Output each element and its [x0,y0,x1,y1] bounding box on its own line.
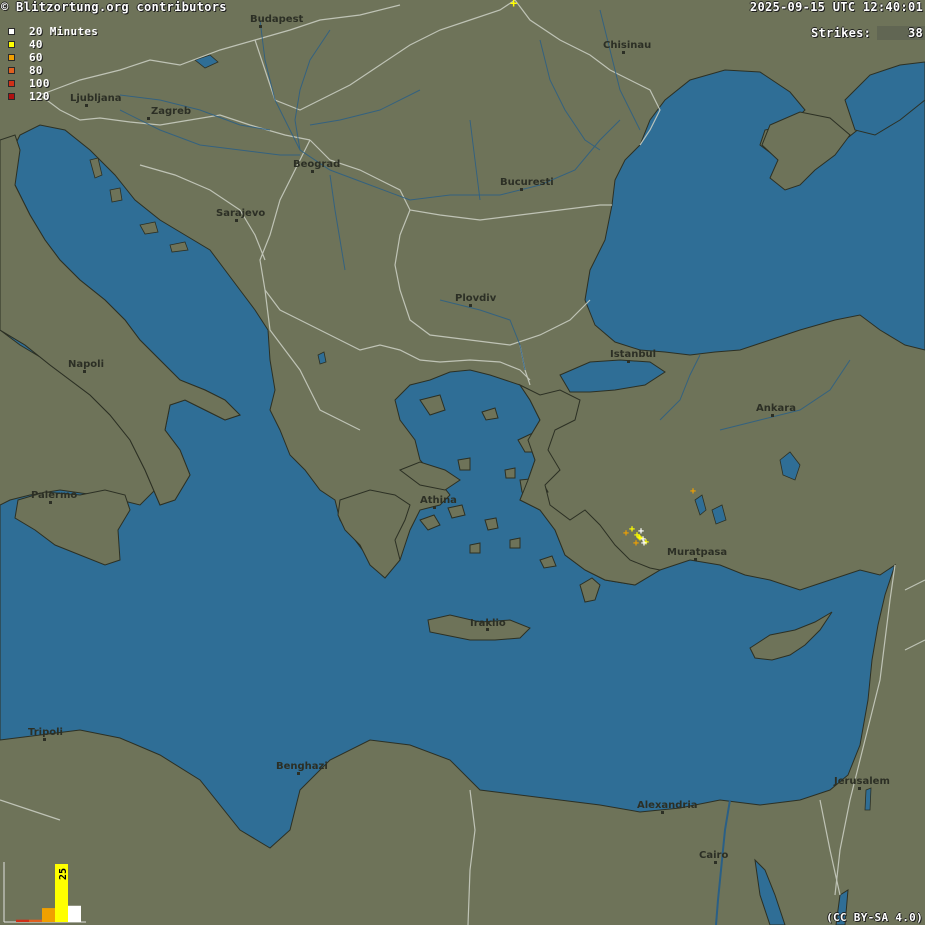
city-label: Cairo [699,850,728,861]
strike-histogram: 25 [3,862,86,923]
city-dot [43,738,46,741]
city-dot [259,25,262,28]
city-dot [297,772,300,775]
city-dot [433,506,436,509]
city-dot [520,188,523,191]
license-label: (CC BY-SA 4.0) [826,911,923,924]
city-dot [661,811,664,814]
city-label: Sarajevo [216,208,265,219]
city-label: Ankara [756,403,796,414]
legend-label: 40 [29,38,43,51]
city-dot [858,787,861,790]
city-label: Budapest [250,14,304,25]
city-dot [85,104,88,107]
city-label: Iraklio [470,618,506,629]
legend-swatch [8,54,15,61]
legend-row-120: 120 [8,90,98,103]
city-dot [694,558,697,561]
legend-label: 100 [29,77,50,90]
island [469,542,481,554]
legend-row-100: 100 [8,77,98,90]
legend-row-80: 80 [8,64,98,77]
strikes-counter: Strikes: 38 [811,26,925,40]
strike-marker: + [637,533,643,544]
city-dot [49,501,52,504]
legend-label: 20 Minutes [29,25,99,38]
city-label: Alexandria [637,800,698,811]
time-legend: 20 Minutes 40 60 80 100 120 [8,25,98,103]
timestamp-label: 2025-09-15 UTC 12:40:01 [749,0,923,14]
island [509,537,521,549]
island [504,467,516,479]
city-dot [469,304,472,307]
histogram-bar [29,919,42,922]
city-label: Jerusalem [833,776,890,787]
city-label: Bucuresti [500,177,554,188]
city-label: Chisinau [603,40,651,51]
city-dot [83,370,86,373]
city-label: Napoli [68,359,104,370]
city-label: Tripoli [28,727,63,738]
city-dot [147,117,150,120]
histogram-bar [68,905,81,922]
city-label: Palermo [31,490,77,501]
legend-label: 120 [29,90,50,103]
histogram-max-label: 25 [58,868,69,880]
legend-row-60: 60 [8,51,98,64]
strike-marker: + [510,0,517,10]
legend-swatch [8,67,15,74]
legend-label: 60 [29,51,43,64]
city-dot [311,170,314,173]
legend-label: 80 [29,64,43,77]
city-label: Beograd [293,159,340,170]
histogram-bar [42,908,55,922]
legend-row-20: 20 Minutes [8,25,98,38]
strike-marker: + [690,486,696,497]
city-dot [235,219,238,222]
city-dot [771,414,774,417]
credit-label: © Blitzortung.org contributors [1,0,227,14]
city-label: Plovdiv [455,293,497,304]
city-dot [622,51,625,54]
legend-swatch [8,80,15,87]
lightning-map: + + + + + + + + + + + + Budapest Chisina… [0,0,925,925]
city-dot [714,861,717,864]
strikes-count: 38 [907,26,923,40]
city-dot [627,360,630,363]
island [484,517,499,531]
island [109,187,123,203]
city-label: Muratpasa [667,547,727,558]
island [457,457,471,471]
legend-swatch [8,28,15,35]
city-label: Istanbul [610,349,656,360]
histogram-bar [16,919,29,922]
city-label: Zagreb [151,106,191,117]
legend-swatch [8,93,15,100]
city-label: Benghazi [276,761,328,772]
histogram-bars [16,864,81,922]
legend-row-40: 40 [8,38,98,51]
strikes-label: Strikes: [811,26,872,40]
city-label: Athina [420,495,457,506]
legend-swatch [8,41,15,48]
dead-sea [864,787,872,811]
